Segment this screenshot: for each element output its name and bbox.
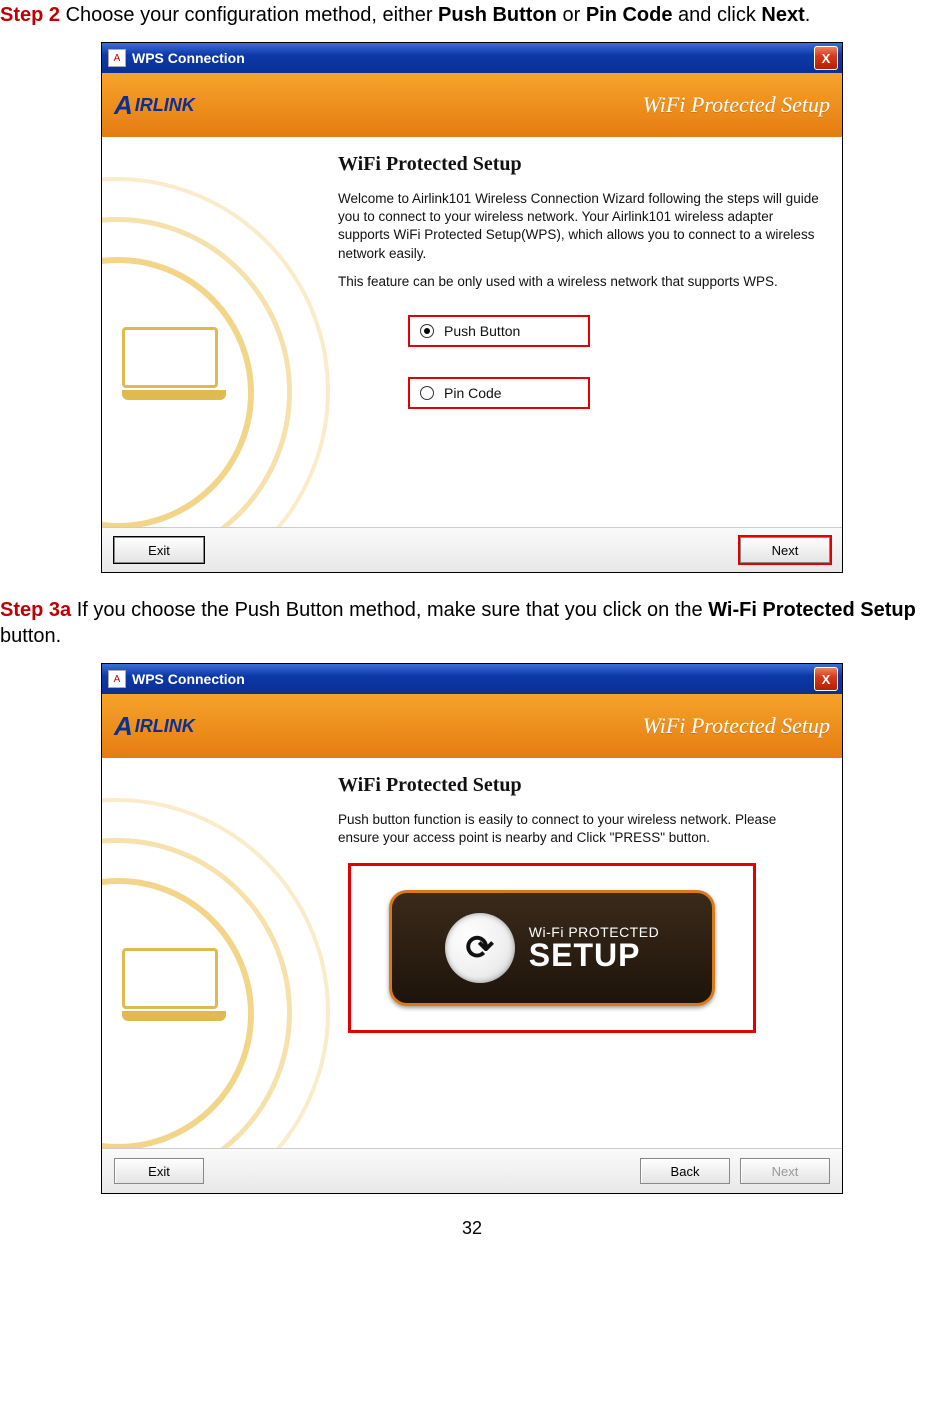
decorative-art — [102, 758, 332, 1148]
wps-window-step3a: A WPS Connection X A IRLINK WiFi Protect… — [101, 663, 843, 1194]
radio-label: Pin Code — [444, 385, 502, 401]
intro-paragraph-2: This feature can be only used with a wir… — [338, 273, 820, 291]
laptop-icon — [122, 327, 222, 397]
wps-swirl-icon: ⟳ — [445, 913, 515, 983]
titlebar: A WPS Connection X — [102, 664, 842, 694]
content-area: WiFi Protected Setup Welcome to Airlink1… — [102, 137, 842, 527]
wps-setup-highlight: ⟳ Wi-Fi PROTECTED SETUP — [348, 863, 756, 1033]
back-button[interactable]: Back — [640, 1158, 730, 1184]
push-paragraph: Push button function is easily to connec… — [338, 811, 820, 847]
window-title: WPS Connection — [132, 671, 808, 687]
wifi-protected-setup-button[interactable]: ⟳ Wi-Fi PROTECTED SETUP — [389, 890, 715, 1006]
banner-title: WiFi Protected Setup — [643, 713, 830, 739]
app-icon: A — [108, 670, 126, 688]
airlink-logo: A IRLINK — [114, 90, 195, 121]
decorative-art — [102, 137, 332, 527]
step2-instruction: Step 2 Choose your configuration method,… — [0, 2, 944, 28]
airlink-logo: A IRLINK — [114, 711, 195, 742]
close-icon[interactable]: X — [814, 667, 838, 691]
close-icon[interactable]: X — [814, 46, 838, 70]
exit-button[interactable]: Exit — [114, 1158, 204, 1184]
step3a-instruction: Step 3a If you choose the Push Button me… — [0, 597, 944, 649]
radio-label: Push Button — [444, 323, 520, 339]
step3a-label: Step 3a — [0, 599, 71, 621]
window-title: WPS Connection — [132, 50, 808, 66]
step2-label: Step 2 — [0, 4, 60, 26]
banner-title: WiFi Protected Setup — [643, 92, 830, 118]
app-icon: A — [108, 49, 126, 67]
banner: A IRLINK WiFi Protected Setup — [102, 73, 842, 137]
radio-push-button[interactable]: Push Button — [408, 315, 590, 347]
banner: A IRLINK WiFi Protected Setup — [102, 694, 842, 758]
radio-icon — [420, 324, 434, 338]
wps-line2: SETUP — [529, 939, 659, 971]
intro-paragraph-1: Welcome to Airlink101 Wireless Connectio… — [338, 190, 820, 263]
laptop-icon — [122, 948, 222, 1018]
footer-bar: Exit Next — [102, 527, 842, 572]
radio-group: Push Button Pin Code — [408, 315, 820, 409]
radio-icon — [420, 386, 434, 400]
section-title: WiFi Protected Setup — [338, 153, 820, 176]
page-number: 32 — [0, 1218, 944, 1239]
radio-pin-code[interactable]: Pin Code — [408, 377, 590, 409]
exit-button[interactable]: Exit — [114, 537, 204, 563]
wps-window-step2: A WPS Connection X A IRLINK WiFi Protect… — [101, 42, 843, 573]
section-title: WiFi Protected Setup — [338, 774, 820, 797]
titlebar: A WPS Connection X — [102, 43, 842, 73]
next-button[interactable]: Next — [740, 537, 830, 563]
footer-bar: Exit Back Next — [102, 1148, 842, 1193]
next-button: Next — [740, 1158, 830, 1184]
content-area: WiFi Protected Setup Push button functio… — [102, 758, 842, 1148]
